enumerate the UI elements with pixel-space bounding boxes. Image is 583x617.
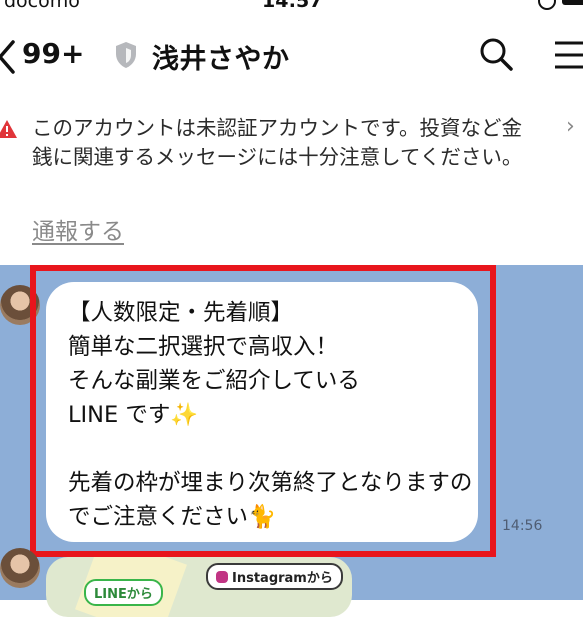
unread-count-badge[interactable]: 99+: [22, 37, 84, 70]
shield-icon: [116, 42, 136, 68]
instagram-chip: Instagramから: [206, 563, 343, 590]
rotation-lock-icon: [538, 0, 556, 10]
chevron-left-icon[interactable]: [0, 38, 20, 76]
close-icon[interactable]: ›: [566, 114, 575, 139]
avatar[interactable]: [0, 548, 40, 588]
line-chip: LINEから: [84, 579, 163, 606]
unverified-account-warning: このアカウントは未認証アカウントです。投資など金銭に関連するメッセージには十分注…: [0, 110, 583, 260]
status-bar: docomo ⌒ 14:57: [0, 0, 583, 14]
report-link[interactable]: 通報する: [32, 212, 124, 246]
status-time: 14:57: [262, 0, 323, 12]
instagram-chip-label: Instagramから: [232, 571, 333, 586]
image-message[interactable]: LINEから Instagramから: [46, 557, 352, 617]
chat-title: 浅井さやか: [152, 44, 290, 75]
battery-icon: [562, 0, 583, 5]
menu-icon[interactable]: [553, 40, 583, 70]
carrier-label: docomo: [4, 0, 80, 12]
wifi-icon: ⌒: [108, 0, 125, 14]
highlight-frame: [30, 265, 496, 557]
chat-area[interactable]: 【人数限定・先着順】 簡単な二択選択で高収入！ そんな副業をご紹介している LI…: [0, 265, 583, 617]
warning-text: このアカウントは未認証アカウントです。投資など金銭に関連するメッセージには十分注…: [32, 116, 523, 169]
message-timestamp: 14:56: [502, 518, 543, 534]
search-icon[interactable]: [478, 36, 514, 72]
instagram-icon: [216, 571, 228, 583]
warning-icon: [0, 120, 17, 138]
chat-header: 99+ 浅井さやか: [0, 22, 583, 92]
